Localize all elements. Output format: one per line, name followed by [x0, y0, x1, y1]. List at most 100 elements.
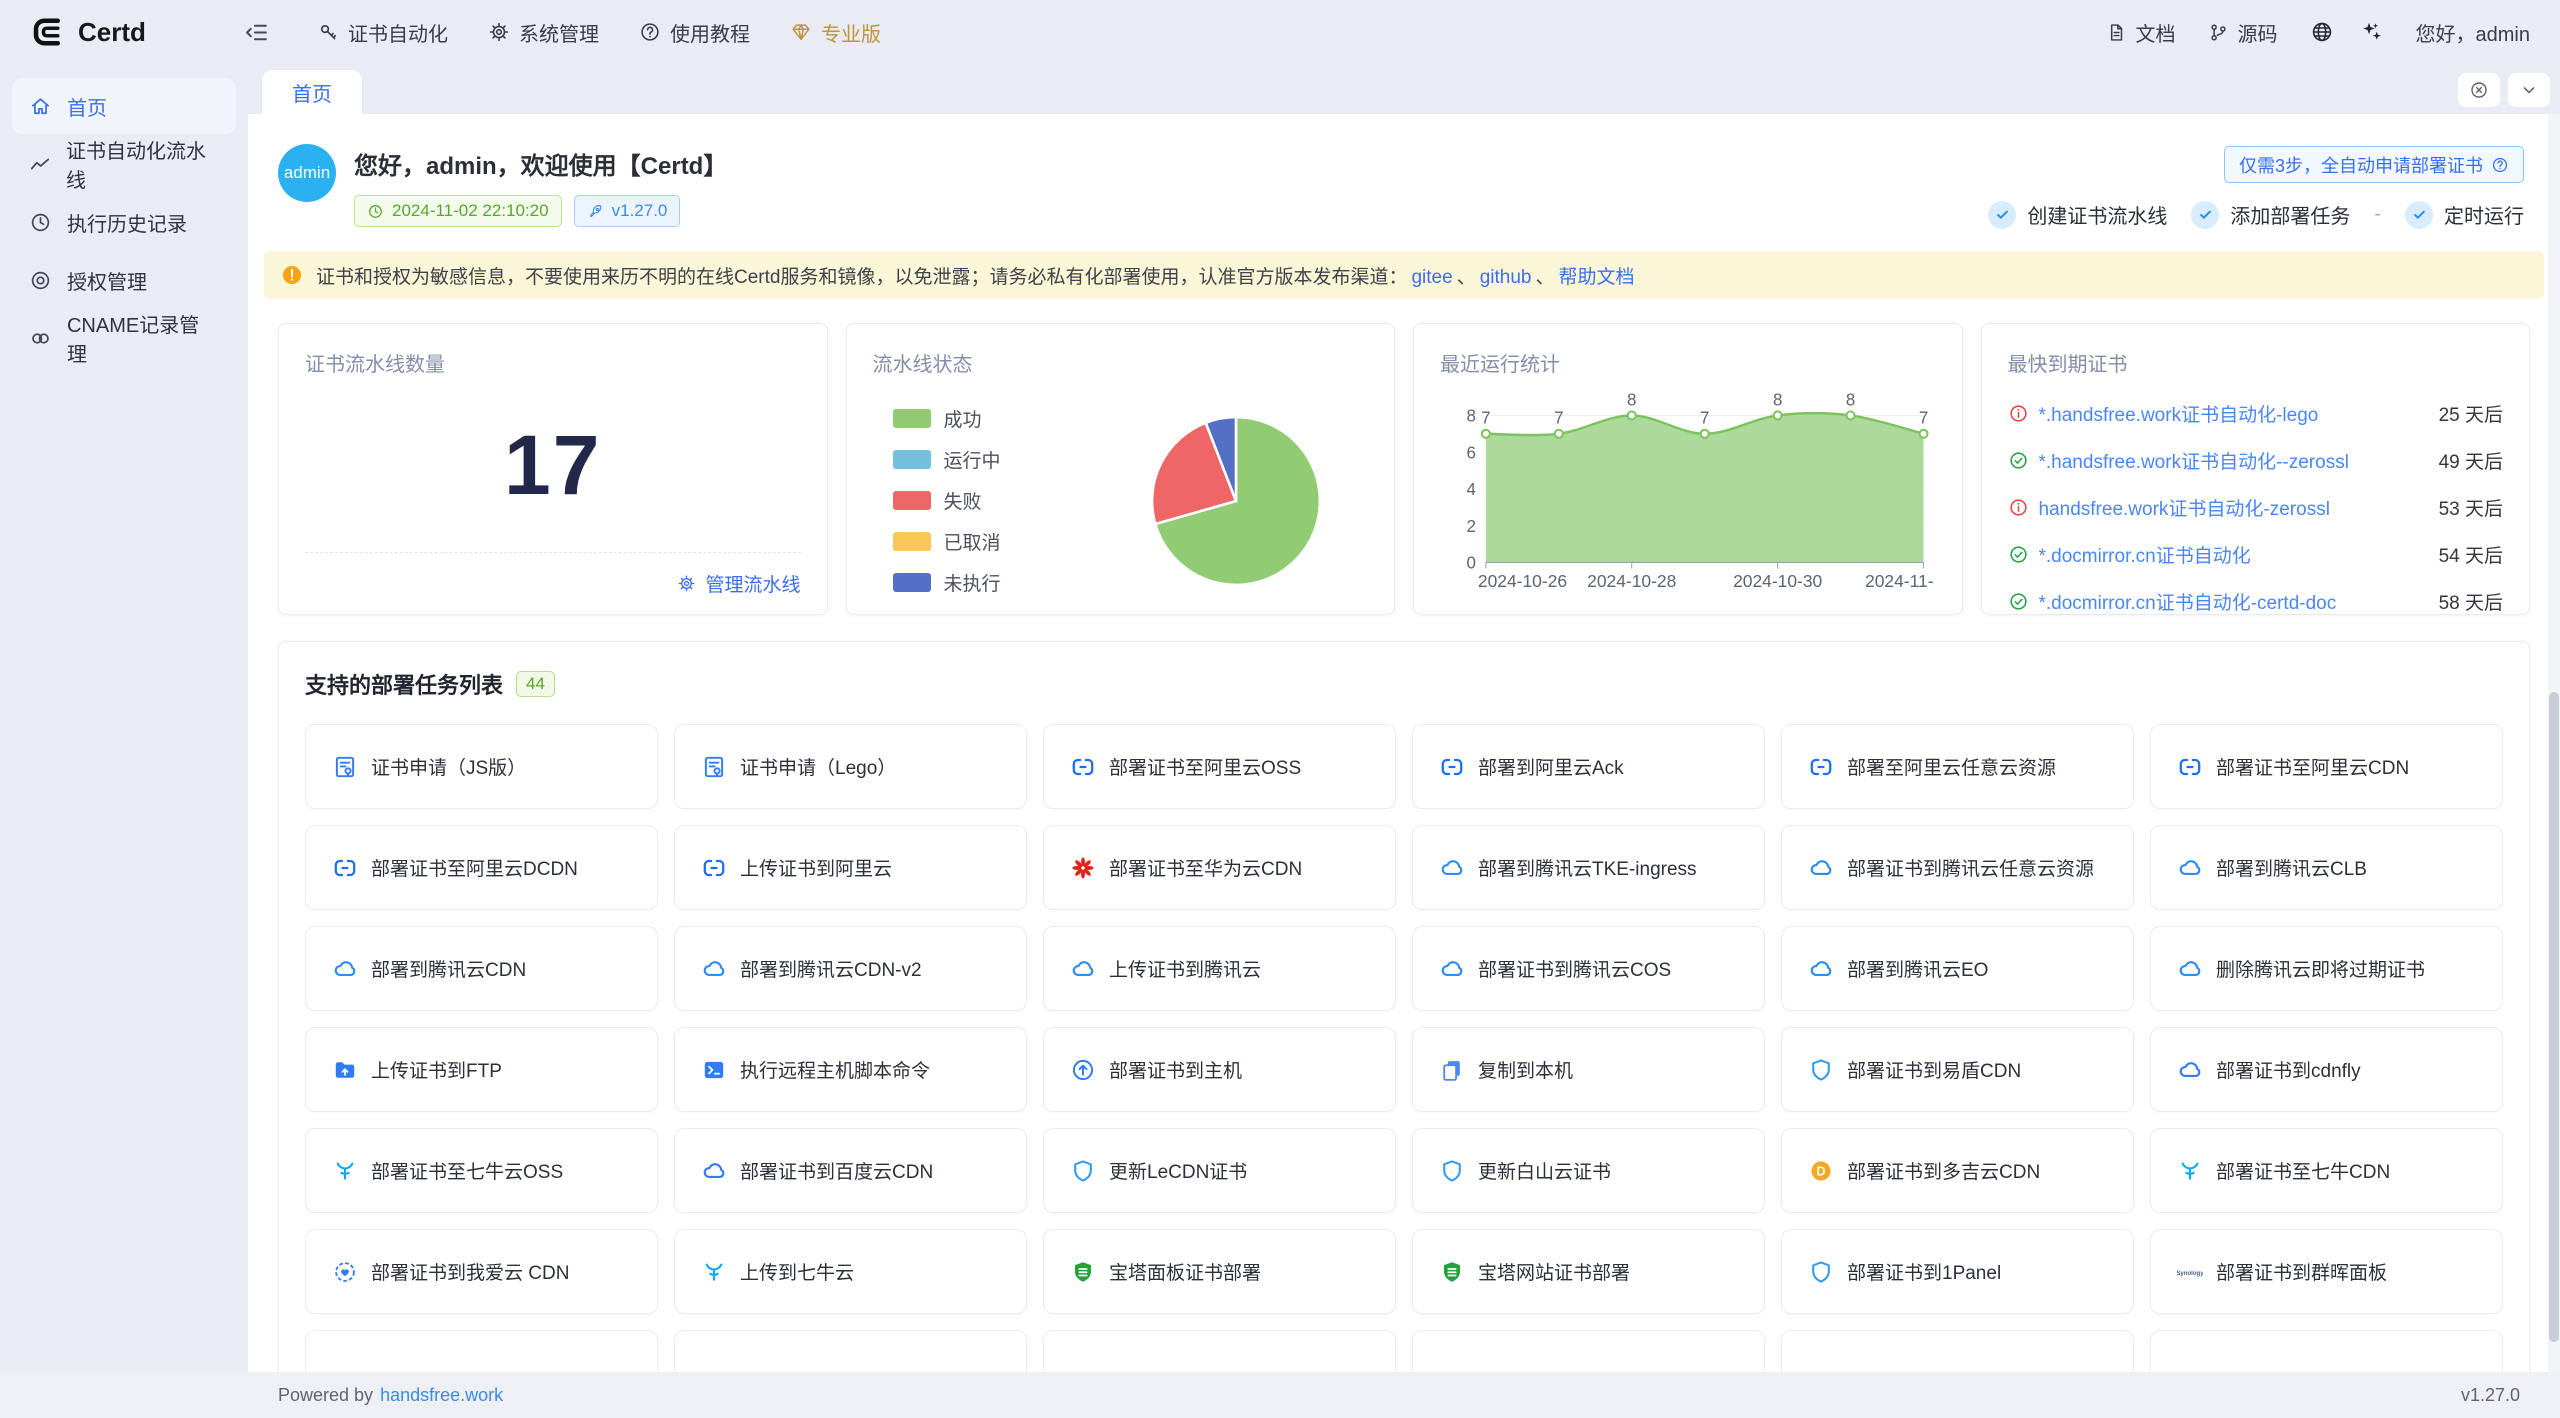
task-card-partial — [674, 1330, 1027, 1372]
sidebar-item-CNAME记录管理[interactable]: CNAME记录管理 — [12, 310, 236, 366]
task-card[interactable]: 部署到腾讯云EO — [1781, 926, 2134, 1011]
nav-link-label: 文档 — [2136, 18, 2176, 47]
task-count-badge: 44 — [516, 671, 555, 697]
quickstart-button[interactable]: 仅需3步，全自动申请部署证书 — [2224, 146, 2524, 183]
cert-name-link[interactable]: *.docmirror.cn证书自动化-certd-doc — [2039, 588, 2425, 615]
task-card[interactable]: 部署证书至阿里云OSS — [1043, 724, 1396, 809]
legend-item-失败[interactable]: 失败 — [893, 487, 1001, 514]
legend-item-运行中[interactable]: 运行中 — [893, 446, 1001, 473]
globe-icon[interactable] — [2310, 20, 2334, 44]
brand-name: Certd — [78, 17, 146, 48]
qiniu-icon — [332, 1158, 358, 1184]
task-card[interactable]: 证书申请（Lego） — [674, 724, 1027, 809]
task-card[interactable]: 部署至阿里云任意云资源 — [1781, 724, 2134, 809]
pie-chart — [1148, 413, 1324, 589]
deploy-tasks-header: 支持的部署任务列表 44 — [305, 668, 2503, 700]
navbar-right: 文档 源码 您好，admin — [2106, 18, 2530, 47]
user-greeting[interactable]: 您好，admin — [2416, 18, 2530, 47]
svg-text:2: 2 — [1466, 517, 1475, 536]
deploy-tasks-panel: 支持的部署任务列表 44 证书申请（JS版）证书申请（Lego）部署证书至阿里云… — [278, 641, 2530, 1372]
task-card[interactable]: 上传到七牛云 — [674, 1229, 1027, 1314]
task-card[interactable]: 部署到腾讯云CDN-v2 — [674, 926, 1027, 1011]
legend-swatch — [893, 450, 931, 469]
task-card[interactable]: 部署证书至阿里云CDN — [2150, 724, 2503, 809]
legend-item-已取消[interactable]: 已取消 — [893, 528, 1001, 555]
task-card[interactable]: 宝塔网站证书部署 — [1412, 1229, 1765, 1314]
task-card[interactable]: 部署证书到腾讯云任意云资源 — [1781, 825, 2134, 910]
expiring-cert-row: handsfree.work证书自动化-zerossl53 天后 — [2008, 484, 2504, 531]
legend-item-成功[interactable]: 成功 — [893, 405, 1001, 432]
shield-icon — [1439, 1158, 1465, 1184]
task-card[interactable]: 上传证书到阿里云 — [674, 825, 1027, 910]
notice-link-github[interactable]: github — [1480, 267, 1532, 288]
task-card[interactable]: 删除腾讯云即将过期证书 — [2150, 926, 2503, 1011]
task-card[interactable]: D部署证书到多吉云CDN — [1781, 1128, 2134, 1213]
task-card[interactable]: 部署证书到1Panel — [1781, 1229, 2134, 1314]
task-card[interactable]: 部署证书到主机 — [1043, 1027, 1396, 1112]
sidebar-menu: 首页证书自动化流水线执行历史记录授权管理CNAME记录管理 — [0, 78, 248, 366]
notice-link-gitee[interactable]: gitee — [1411, 267, 1452, 288]
sparkles-icon[interactable] — [2360, 20, 2384, 44]
svg-text:8: 8 — [1627, 390, 1636, 409]
task-card[interactable]: 部署证书至阿里云DCDN — [305, 825, 658, 910]
sidebar-item-授权管理[interactable]: 授权管理 — [12, 252, 236, 308]
tab-menu-button[interactable] — [2508, 73, 2550, 107]
clock-icon — [367, 203, 384, 220]
brand[interactable]: Certd — [30, 14, 240, 50]
svg-text:8: 8 — [1846, 390, 1855, 409]
sidebar-collapse-icon[interactable] — [244, 20, 269, 45]
task-card[interactable]: 执行远程主机脚本命令 — [674, 1027, 1027, 1112]
task-card[interactable]: 部署证书到百度云CDN — [674, 1128, 1027, 1213]
sidebar-item-证书自动化流水线[interactable]: 证书自动化流水线 — [12, 136, 236, 192]
notice-link-帮助文档[interactable]: 帮助文档 — [1558, 267, 1634, 288]
task-card[interactable]: Synology部署证书到群晖面板 — [2150, 1229, 2503, 1314]
task-card[interactable]: 部署证书到cdnfly — [2150, 1027, 2503, 1112]
nav-item-使用教程[interactable]: 使用教程 — [619, 0, 770, 64]
version-tag[interactable]: v1.27.0 — [574, 195, 681, 227]
nav-item-证书自动化[interactable]: 证书自动化 — [297, 0, 468, 64]
cert-name-link[interactable]: *.docmirror.cn证书自动化 — [2039, 541, 2425, 568]
nav-item-专业版[interactable]: 专业版 — [770, 0, 901, 64]
task-card[interactable]: 部署证书至七牛CDN — [2150, 1128, 2503, 1213]
expiring-certs-list: *.handsfree.work证书自动化-lego25 天后*.handsfr… — [2008, 390, 2504, 625]
nav-link-源码[interactable]: 源码 — [2208, 18, 2278, 47]
handsfree-link[interactable]: handsfree.work — [380, 1385, 503, 1406]
task-card[interactable]: 部署到阿里云Ack — [1412, 724, 1765, 809]
task-card[interactable]: 部署证书到易盾CDN — [1781, 1027, 2134, 1112]
sidebar-item-执行历史记录[interactable]: 执行历史记录 — [12, 194, 236, 250]
nav-link-文档[interactable]: 文档 — [2106, 18, 2176, 47]
cert-name-link[interactable]: handsfree.work证书自动化-zerossl — [2039, 494, 2425, 521]
task-card[interactable]: 部署到腾讯云TKE-ingress — [1412, 825, 1765, 910]
sidebar-item-首页[interactable]: 首页 — [12, 78, 236, 134]
tab-close-button[interactable] — [2458, 73, 2500, 107]
scrollbar-thumb[interactable] — [2549, 692, 2559, 1342]
manage-pipelines-link[interactable]: 管理流水线 — [677, 570, 800, 597]
task-card[interactable]: 部署证书到腾讯云COS — [1412, 926, 1765, 1011]
task-card[interactable]: 上传证书到腾讯云 — [1043, 926, 1396, 1011]
task-card[interactable]: 证书申请（JS版） — [305, 724, 658, 809]
login-time: 2024-11-02 22:10:20 — [392, 201, 549, 221]
tab-home[interactable]: 首页 — [262, 70, 362, 114]
task-card[interactable]: 部署证书至华为云CDN — [1043, 825, 1396, 910]
tencent-icon — [1808, 855, 1834, 881]
scrollbar-track[interactable] — [2548, 114, 2560, 1372]
task-card-label: 部署证书至七牛云OSS — [371, 1157, 563, 1184]
welcome-section: admin 您好，admin，欢迎使用【Certd】 2024-11-02 22… — [248, 114, 2560, 249]
warning-icon — [280, 263, 304, 287]
aliyun-icon — [701, 855, 727, 881]
legend-item-未执行[interactable]: 未执行 — [893, 569, 1001, 596]
task-card[interactable]: 部署证书到我爱云 CDN — [305, 1229, 658, 1314]
task-card[interactable]: 上传证书到FTP — [305, 1027, 658, 1112]
baota-icon — [1439, 1259, 1465, 1285]
task-card[interactable]: 更新白山云证书 — [1412, 1128, 1765, 1213]
task-card[interactable]: 宝塔面板证书部署 — [1043, 1229, 1396, 1314]
task-card[interactable]: 复制到本机 — [1412, 1027, 1765, 1112]
task-card[interactable]: 更新LeCDN证书 — [1043, 1128, 1396, 1213]
task-card[interactable]: 部署证书至七牛云OSS — [305, 1128, 658, 1213]
cert-name-link[interactable]: *.handsfree.work证书自动化--zerossl — [2039, 447, 2425, 474]
task-card[interactable]: 部署到腾讯云CDN — [305, 926, 658, 1011]
task-card[interactable]: 部署到腾讯云CLB — [2150, 825, 2503, 910]
nav-item-系统管理[interactable]: 系统管理 — [468, 0, 619, 64]
nav-link-label: 源码 — [2238, 18, 2278, 47]
cert-name-link[interactable]: *.handsfree.work证书自动化-lego — [2039, 400, 2425, 427]
